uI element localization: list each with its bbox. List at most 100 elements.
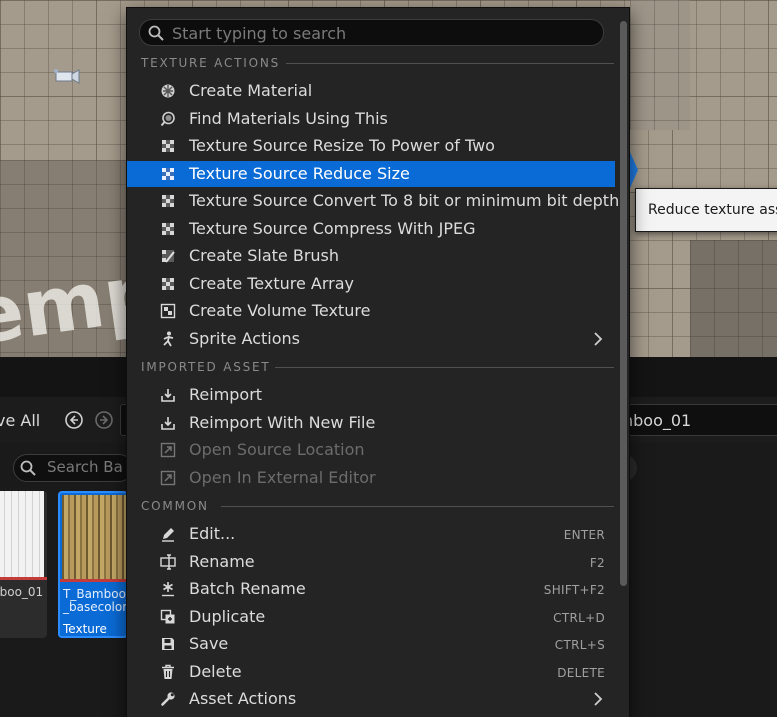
asset-search-placeholder: Search Ba	[47, 458, 123, 476]
menu-item-resize-power-of-two[interactable]: Texture Source Resize To Power of Two	[127, 133, 615, 159]
section-divider	[275, 367, 614, 368]
asset-name: T_Bamboo_ _basecolor	[63, 587, 128, 614]
submenu-chevron-icon	[594, 332, 603, 346]
menu-item-label: Save	[189, 634, 229, 653]
menu-item-create-texture-array[interactable]: Create Texture Array	[127, 271, 615, 297]
asset-tile[interactable]: nboo_01	[0, 491, 47, 638]
find-material-icon	[160, 111, 175, 127]
menu-item-shortcut: CTRL+S	[554, 638, 605, 652]
section-divider	[286, 63, 614, 64]
texture-checker-icon	[162, 195, 174, 207]
menu-item-label: Texture Source Compress With JPEG	[189, 219, 476, 238]
menu-scrollbar-thumb[interactable]	[620, 21, 627, 586]
menu-item-label: Rename	[189, 552, 255, 571]
menu-item-shortcut: ENTER	[563, 528, 605, 542]
menu-item-label: Asset Actions	[189, 689, 297, 708]
section-divider	[221, 506, 614, 507]
menu-item-label: Reimport	[189, 385, 263, 404]
menu-item-find-materials[interactable]: Find Materials Using This	[127, 106, 615, 132]
asset-type-bar	[0, 577, 47, 580]
menu-search-box[interactable]	[139, 19, 604, 46]
rename-icon	[160, 554, 176, 570]
menu-item-label: Create Volume Texture	[189, 301, 371, 320]
search-icon	[148, 25, 164, 41]
menu-item-duplicate[interactable]: Duplicate CTRL+D	[127, 604, 615, 630]
section-texture-actions: TEXTURE ACTIONS	[141, 56, 614, 70]
duplicate-icon	[160, 609, 175, 624]
menu-item-shortcut: SHIFT+F2	[543, 583, 605, 597]
search-icon	[20, 460, 36, 476]
viewport-block-right-shadow	[690, 240, 777, 357]
pencil-icon	[162, 528, 174, 542]
asset-thumbnail	[62, 495, 126, 579]
menu-item-shortcut: F2	[589, 556, 605, 570]
menu-item-asset-actions[interactable]: Asset Actions	[127, 686, 615, 712]
asset-tile-selected[interactable]: T_Bamboo_ _basecolor Texture	[58, 491, 128, 638]
texture-checker-icon	[162, 140, 174, 152]
asset-name: nboo_01	[0, 585, 44, 599]
menu-item-compress-jpeg[interactable]: Texture Source Compress With JPEG	[127, 216, 615, 242]
texture-checker-icon	[162, 168, 174, 180]
section-label: COMMON	[141, 499, 209, 513]
sprite-icon	[163, 331, 174, 347]
menu-search-input[interactable]	[172, 22, 592, 44]
wrench-icon	[161, 692, 175, 706]
reimport-icon	[161, 417, 175, 430]
slate-brush-icon	[162, 250, 175, 263]
menu-item-create-slate-brush[interactable]: Create Slate Brush	[127, 243, 615, 269]
reimport-icon	[161, 389, 175, 402]
menu-item-label: Edit...	[189, 524, 236, 543]
external-editor-icon	[160, 470, 176, 486]
trash-icon	[162, 664, 174, 679]
menu-item-label: Texture Source Resize To Power of Two	[189, 136, 495, 155]
save-all-button[interactable]: ve All	[0, 411, 40, 430]
menu-item-label: Create Texture Array	[189, 274, 354, 293]
section-label: TEXTURE ACTIONS	[141, 56, 281, 70]
menu-item-label: Create Slate Brush	[189, 246, 340, 265]
tooltip-text: Reduce texture ass	[648, 202, 777, 218]
menu-item-shortcut: CTRL+D	[553, 611, 605, 625]
menu-item-reimport[interactable]: Reimport	[127, 382, 615, 408]
menu-item-sprite-actions[interactable]: Sprite Actions	[127, 326, 615, 352]
menu-item-save[interactable]: Save CTRL+S	[127, 631, 615, 657]
menu-item-label: Find Materials Using This	[189, 109, 388, 128]
viewport-pillar-shadow	[630, 0, 690, 130]
menu-item-create-volume-texture[interactable]: Create Volume Texture	[127, 298, 615, 324]
material-sphere-icon	[161, 84, 175, 98]
menu-item-label: Texture Source Reduce Size	[189, 164, 410, 183]
menu-item-rename[interactable]: Rename F2	[127, 549, 615, 575]
menu-item-create-material[interactable]: Create Material	[127, 78, 615, 104]
hover-indicator-icon	[630, 152, 638, 188]
section-common: COMMON	[141, 499, 614, 513]
texture-checker-icon	[162, 223, 174, 235]
section-label: IMPORTED ASSET	[141, 360, 271, 374]
tooltip: Reduce texture ass	[635, 188, 777, 232]
menu-item-open-source-location: Open Source Location	[127, 437, 615, 463]
back-arrow-icon[interactable]	[64, 410, 84, 430]
menu-item-label: Open Source Location	[189, 440, 365, 459]
menu-item-convert-8-bit[interactable]: Texture Source Convert To 8 bit or minim…	[127, 188, 619, 214]
forward-arrow-icon[interactable]	[94, 410, 114, 430]
volume-texture-icon	[160, 303, 176, 319]
menu-item-label: Sprite Actions	[189, 329, 300, 348]
menu-item-open-external-editor: Open In External Editor	[127, 465, 615, 491]
menu-item-shortcut: DELETE	[557, 666, 605, 680]
menu-item-label: Batch Rename	[189, 579, 306, 598]
menu-item-label: Create Material	[189, 81, 313, 100]
menu-item-batch-rename[interactable]: Batch Rename SHIFT+F2	[127, 576, 615, 602]
asset-thumbnail	[0, 491, 44, 577]
menu-item-delete[interactable]: Delete DELETE	[127, 659, 615, 685]
submenu-chevron-icon	[594, 692, 603, 706]
texture-checker-icon	[162, 278, 174, 290]
menu-item-label: Delete	[189, 662, 242, 681]
menu-item-reduce-size[interactable]: Texture Source Reduce Size	[127, 161, 615, 187]
menu-item-edit[interactable]: Edit... ENTER	[127, 521, 615, 547]
asset-type-label: Texture	[63, 622, 107, 636]
batch-rename-icon	[162, 582, 174, 597]
menu-item-reimport-new-file[interactable]: Reimport With New File	[127, 410, 615, 436]
path-breadcrumb-text: nboo_01	[623, 411, 692, 430]
camera-actor-icon[interactable]	[52, 68, 80, 84]
section-imported-asset: IMPORTED ASSET	[141, 360, 614, 374]
menu-item-label: Reimport With New File	[189, 413, 376, 432]
menu-item-label: Duplicate	[189, 607, 266, 626]
